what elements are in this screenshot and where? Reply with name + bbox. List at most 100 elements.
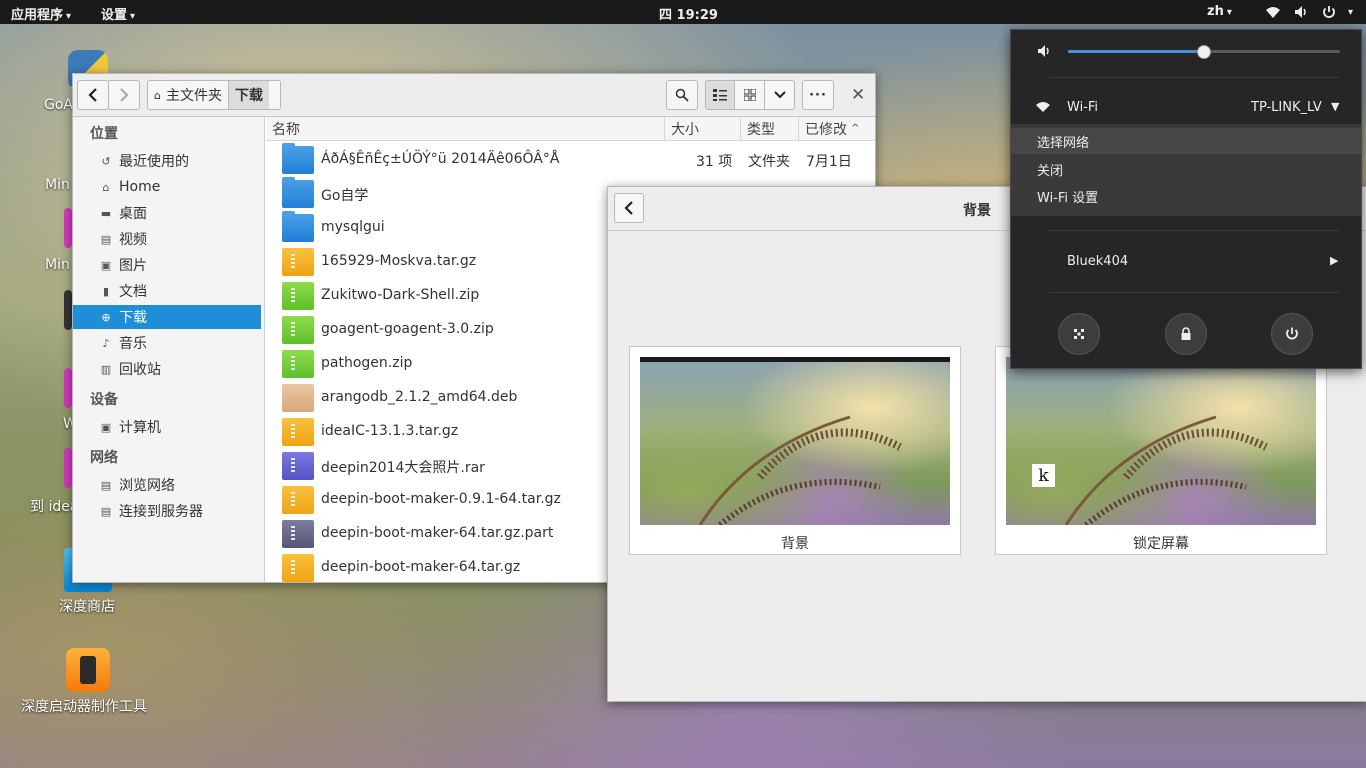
file-zip-icon — [282, 350, 314, 378]
power-button[interactable] — [1271, 313, 1313, 355]
view-options-button[interactable] — [764, 80, 795, 110]
sidebar-item-downloads[interactable]: ⊕ 下载 — [73, 305, 261, 329]
grid-view-button[interactable] — [734, 80, 765, 110]
recent-icon: ↺ — [101, 154, 111, 168]
close-button[interactable]: ✕ — [851, 85, 867, 105]
wifi-select-network[interactable]: 选择网络 — [1011, 128, 1361, 154]
wifi-label: Wi-Fi — [1067, 100, 1099, 115]
wifi-icon[interactable] — [1264, 4, 1282, 20]
desktop-icon: ▬ — [100, 206, 112, 220]
file-name: Zukitwo-Dark-Shell.zip — [321, 287, 480, 303]
divider — [1049, 292, 1339, 293]
wifi-submenu: 选择网络 关闭 Wi-Fi 设置 — [1011, 124, 1361, 216]
network-header: 网络 — [90, 450, 118, 466]
devices-header: 设备 — [90, 392, 118, 408]
input-method-label: zh — [1207, 4, 1224, 19]
lock-screen-thumbnail — [1006, 357, 1316, 525]
file-name: goagent-goagent-3.0.zip — [321, 321, 494, 337]
back-button[interactable] — [77, 80, 109, 110]
desktop-icon-label[interactable]: 深度商店 — [59, 596, 115, 616]
applications-menu-label: 应用程序 — [11, 8, 64, 23]
chevron-left-icon — [624, 201, 633, 215]
background-thumbnail — [640, 357, 950, 525]
file-modified: 7月1日 — [806, 154, 852, 170]
background-card[interactable]: 背景 — [629, 346, 961, 555]
column-header-type[interactable]: 类型 — [741, 117, 799, 141]
sidebar-item-desktop[interactable]: ▬ 桌面 — [73, 201, 261, 225]
avatar: k — [1032, 464, 1055, 487]
wifi-settings[interactable]: Wi-Fi 设置 — [1011, 183, 1361, 209]
table-row[interactable]: ÁðÁ§ÊñÊç±ÚÖÝ°ü 2014Äê06ÔÂ°Å 31 项文件夹 7月1日 — [266, 143, 875, 177]
breadcrumb-home[interactable]: ⌂ 主文件夹 — [148, 81, 228, 109]
app-icon[interactable] — [64, 448, 72, 488]
app-icon[interactable] — [64, 368, 72, 408]
chevron-right-icon: ▶ — [1330, 254, 1339, 267]
user-menu-item[interactable]: k Bluek404 ▶ — [1011, 244, 1361, 487]
desktop-icon-label[interactable]: GoA — [44, 97, 73, 113]
sidebar-item-computer[interactable]: ▣ 计算机 — [73, 415, 261, 439]
computer-icon: ▣ — [100, 420, 112, 434]
list-view-icon — [713, 89, 727, 101]
column-header-name[interactable]: 名称 — [266, 117, 665, 141]
desktop-icon-label[interactable]: Min — [45, 177, 70, 193]
search-button[interactable] — [666, 80, 698, 110]
applications-menu[interactable]: 应用程序 ▾ — [11, 4, 71, 23]
column-header-modified[interactable]: 已修改 ^ — [799, 117, 875, 141]
file-deb-icon — [282, 384, 314, 412]
system-menu: Wi-Fi TP-LINK_LV ▼ 选择网络 关闭 Wi-Fi 设置 k Bl… — [1010, 29, 1362, 487]
sidebar-item-music[interactable]: ♪ 音乐 — [73, 331, 261, 355]
power-icon[interactable] — [1320, 4, 1338, 20]
more-options-button[interactable]: ··· — [802, 80, 834, 110]
sidebar-item-recent[interactable]: ↺ 最近使用的 — [73, 149, 261, 173]
chevron-down-icon — [773, 91, 786, 99]
home-icon: ⌂ — [102, 180, 110, 194]
volume-icon[interactable] — [1292, 4, 1310, 20]
breadcrumb-downloads[interactable]: 下载 — [227, 81, 269, 109]
file-name: arangodb_2.1.2_amd64.deb — [321, 389, 518, 405]
lock-screen-card-label: 锁定屏幕 — [1133, 536, 1189, 552]
lock-screen-card[interactable]: 锁定屏幕 — [995, 346, 1327, 555]
app-icon[interactable] — [64, 290, 72, 330]
lock-button[interactable] — [1165, 313, 1207, 355]
sidebar-item-connect-server[interactable]: ▤ 连接到服务器 — [73, 499, 261, 523]
sidebar-item-documents[interactable]: ▮ 文档 — [73, 279, 261, 303]
sidebar-item-videos[interactable]: ▤ 视频 — [73, 227, 261, 251]
file-part-icon — [282, 520, 314, 548]
settings-button[interactable] — [1058, 313, 1100, 355]
volume-icon — [1038, 45, 1049, 57]
column-header-size[interactable]: 大小 — [665, 117, 741, 141]
boot-maker-icon[interactable] — [66, 648, 110, 692]
sidebar-item-pictures[interactable]: ▣ 图片 — [73, 253, 261, 277]
desktop-icon-label[interactable]: Min — [45, 257, 70, 273]
more-icon: ··· — [809, 87, 827, 103]
sidebar-item-trash[interactable]: ▥ 回收站 — [73, 357, 261, 381]
forward-button[interactable] — [108, 80, 140, 110]
settings-menu-label: 设置 — [101, 8, 128, 23]
desktop-icon-label[interactable]: 深度启动器制作工具 — [21, 696, 147, 716]
list-view-button[interactable] — [705, 80, 735, 110]
file-name: deepin2014大会照片.rar — [321, 460, 485, 476]
file-type: 文件夹 — [748, 154, 790, 170]
divider — [1049, 230, 1339, 231]
sidebar-item-home[interactable]: ⌂ Home — [73, 175, 261, 199]
clock[interactable]: 四 19:29 — [659, 4, 718, 23]
file-rar-icon — [282, 452, 314, 480]
column-header-modified-label: 已修改 — [805, 121, 847, 138]
chevron-down-icon: ▾ — [130, 11, 136, 22]
file-archive-icon — [282, 554, 314, 582]
input-method-indicator[interactable]: zh ▾ — [1207, 4, 1232, 19]
window-title: 背景 — [963, 203, 991, 219]
volume-slider-handle[interactable] — [1197, 45, 1211, 59]
wifi-menu-item[interactable]: Wi-Fi TP-LINK_LV ▼ — [1011, 92, 1361, 122]
grass-image — [698, 415, 902, 525]
back-button[interactable] — [614, 193, 644, 223]
app-icon[interactable] — [64, 208, 72, 248]
wifi-icon — [1036, 102, 1050, 112]
settings-menu[interactable]: 设置 ▾ — [101, 4, 135, 23]
file-name: deepin-boot-maker-0.9.1-64.tar.gz — [321, 491, 561, 507]
chevron-down-icon[interactable]: ▾ — [1345, 4, 1353, 19]
breadcrumb-label: 主文件夹 — [165, 88, 222, 104]
folder-icon — [282, 211, 314, 242]
wifi-turn-off[interactable]: 关闭 — [1011, 156, 1361, 182]
sidebar-item-browse-network[interactable]: ▤ 浏览网络 — [73, 473, 261, 497]
